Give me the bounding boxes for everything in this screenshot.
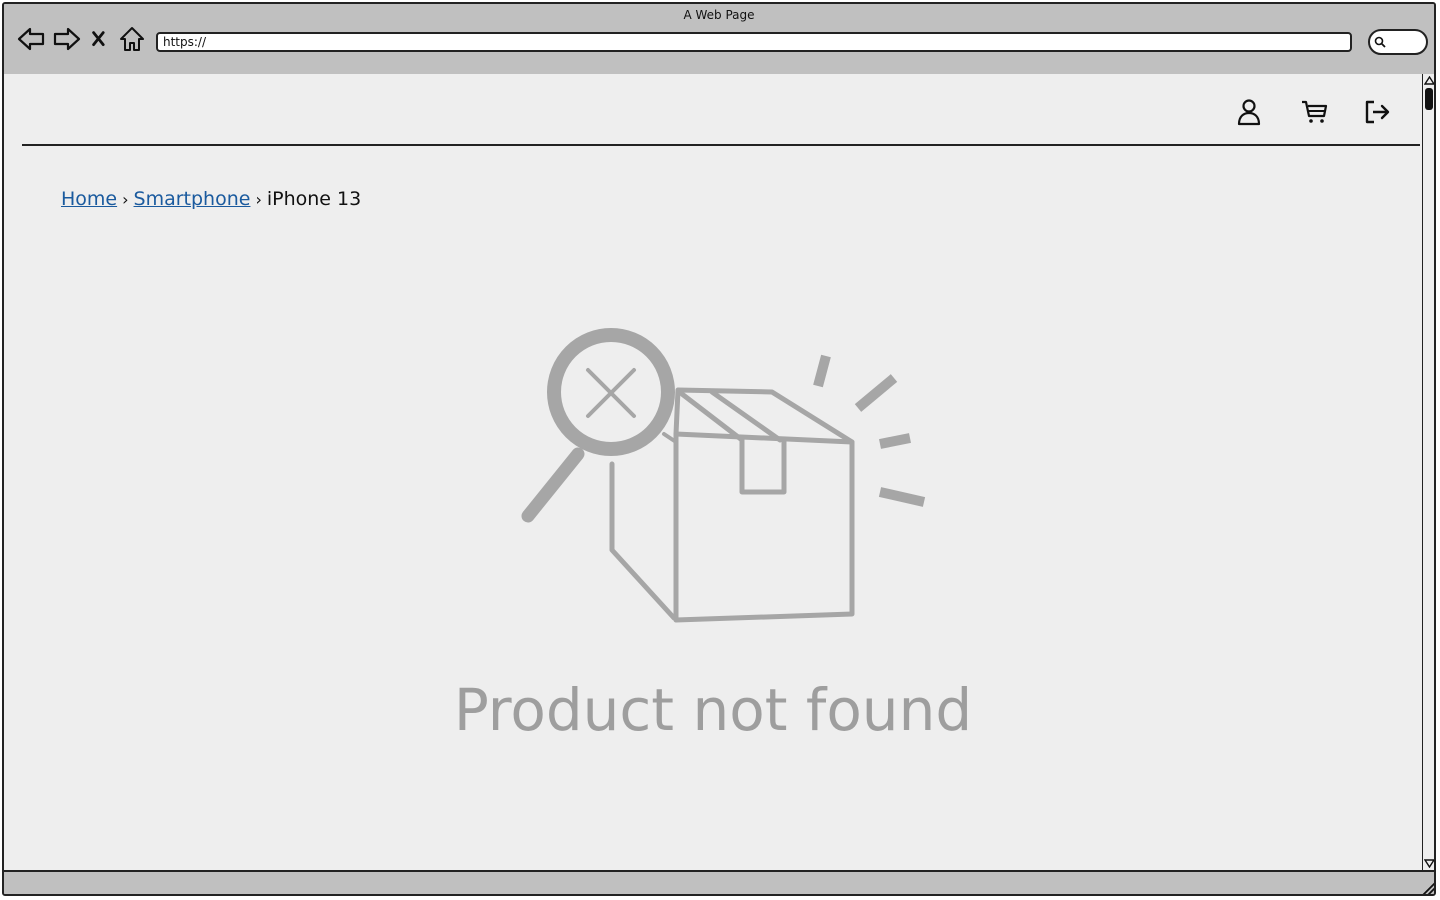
vertical-scrollbar[interactable] (1422, 74, 1435, 870)
logout-icon[interactable] (1362, 97, 1392, 127)
breadcrumb-current: iPhone 13 (266, 188, 362, 210)
breadcrumb-link-smartphone[interactable]: Smartphone (134, 188, 251, 210)
close-x-icon[interactable] (88, 24, 112, 54)
breadcrumb-separator: › (255, 190, 262, 209)
forward-arrow-icon[interactable] (52, 24, 82, 54)
window-title: A Web Page (683, 8, 755, 22)
back-arrow-icon[interactable] (16, 24, 46, 54)
user-icon[interactable] (1234, 97, 1264, 127)
scroll-up-arrow-icon[interactable] (1424, 76, 1435, 86)
status-bar (4, 870, 1436, 896)
breadcrumb-link-home[interactable]: Home (61, 188, 117, 210)
search-button[interactable] (1368, 29, 1428, 55)
page-viewport: Home › Smartphone › iPhone 13 Product no… (4, 74, 1422, 870)
resize-grip-icon[interactable] (1420, 880, 1436, 896)
scrollbar-thumb[interactable] (1425, 88, 1433, 110)
search-icon (1374, 36, 1386, 48)
breadcrumb: Home › Smartphone › iPhone 13 (61, 188, 361, 210)
header-divider (22, 144, 1420, 146)
home-icon[interactable] (117, 24, 147, 54)
browser-window: A Web Page https:// Home › Smartphone › … (2, 2, 1436, 896)
cart-icon[interactable] (1300, 97, 1330, 127)
empty-state-message: Product not found (453, 676, 973, 744)
product-not-found-illustration (514, 324, 934, 624)
browser-toolbar: A Web Page https:// (4, 4, 1434, 76)
scroll-down-arrow-icon[interactable] (1424, 858, 1435, 868)
breadcrumb-separator: › (122, 190, 129, 209)
address-bar[interactable]: https:// (156, 32, 1352, 52)
